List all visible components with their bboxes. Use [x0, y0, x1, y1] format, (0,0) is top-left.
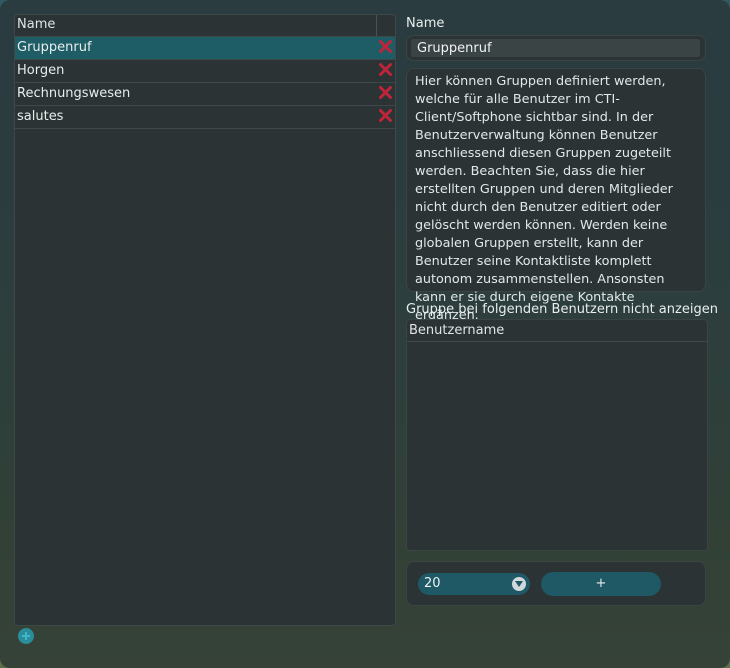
column-header-name[interactable]: Name [17, 15, 55, 35]
group-list: Name Gruppenruf Horgen Rechnungswesen salut… [14, 14, 396, 626]
group-list-rows: Gruppenruf Horgen Rechnungswesen salutes [15, 37, 395, 129]
name-label: Name [406, 16, 445, 31]
user-select[interactable]: 20 [418, 573, 530, 595]
group-row[interactable]: Rechnungswesen [15, 83, 395, 106]
name-field-container [406, 35, 706, 61]
delete-icon[interactable] [378, 60, 394, 82]
group-row-label: Horgen [17, 63, 65, 78]
add-user-bar: 20 + [406, 561, 706, 606]
group-row-label: salutes [17, 109, 64, 124]
group-row[interactable]: salutes [15, 106, 395, 129]
delete-icon[interactable] [378, 37, 394, 59]
delete-icon[interactable] [378, 83, 394, 105]
description-text: Hier können Gruppen definiert werden, we… [406, 68, 706, 323]
group-row-label: Rechnungswesen [17, 86, 131, 101]
column-separator [376, 15, 377, 36]
group-list-header: Name [15, 15, 395, 37]
hide-users-label: Gruppe bei folgenden Benutzern nicht anz… [406, 302, 718, 317]
hidden-users-table: Benutzername [406, 319, 708, 551]
group-row[interactable]: Gruppenruf [15, 37, 395, 60]
user-select-value: 20 [424, 576, 441, 591]
column-header-username[interactable]: Benutzername [407, 320, 707, 342]
add-group-icon[interactable] [18, 628, 34, 644]
delete-icon[interactable] [378, 106, 394, 128]
add-user-button[interactable]: + [541, 572, 661, 596]
window: Name Gruppenruf Horgen Rechnungswesen salut… [0, 0, 730, 668]
group-row[interactable]: Horgen [15, 60, 395, 83]
chevron-down-icon [512, 577, 526, 591]
group-name-input[interactable] [411, 39, 700, 57]
group-row-label: Gruppenruf [17, 40, 92, 55]
